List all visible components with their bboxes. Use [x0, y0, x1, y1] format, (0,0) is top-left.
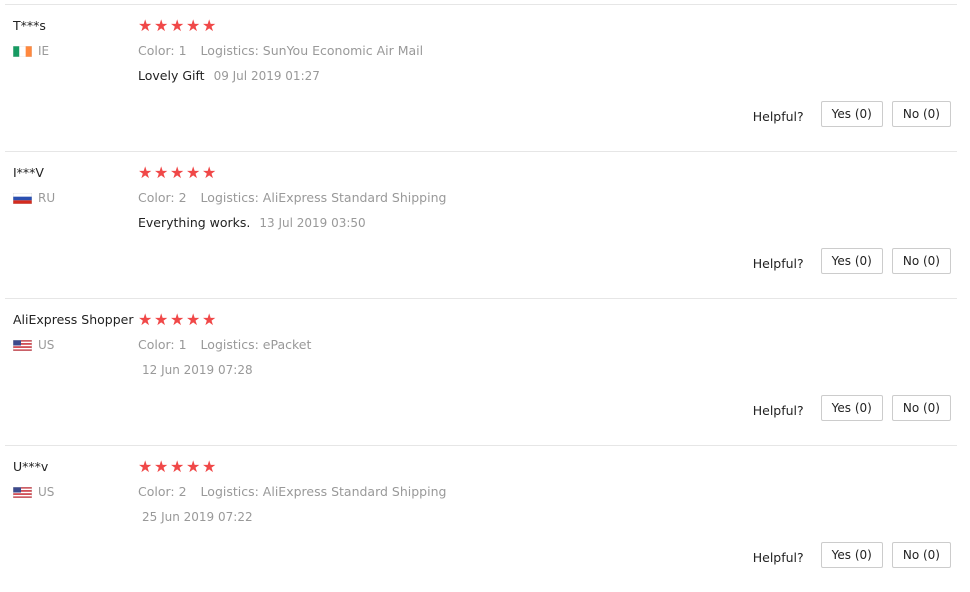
review-feedback: Everything works. 13 Jul 2019 03:50: [138, 215, 366, 230]
star-icon: ★: [186, 16, 201, 35]
ireland-flag-icon: [13, 45, 32, 57]
helpful-yes-button[interactable]: Yes (0): [820, 542, 883, 568]
feedback-text: Lovely Gift: [138, 68, 205, 83]
country-code: IE: [38, 44, 50, 58]
review-date: 12 Jun 2019 07:28: [142, 363, 253, 377]
helpful-yes-button[interactable]: Yes (0): [820, 395, 883, 421]
helpful-voting: Helpful? Yes (0) No (0): [753, 395, 951, 421]
star-icon: ★: [138, 163, 153, 182]
star-icon: ★: [154, 16, 169, 35]
review-feedback: 25 Jun 2019 07:22: [138, 509, 253, 524]
logistics-info: Logistics: AliExpress Standard Shipping: [200, 484, 447, 499]
star-icon: ★: [138, 310, 153, 329]
helpful-label: Helpful?: [752, 549, 804, 565]
star-icon: ★: [202, 310, 217, 329]
star-icon: ★: [186, 457, 201, 476]
star-icon: ★: [202, 163, 217, 182]
star-icon: ★: [170, 310, 185, 329]
country-code: RU: [38, 191, 56, 205]
star-icon: ★: [138, 457, 153, 476]
reviewer-name: T***s: [13, 18, 46, 33]
star-icon: ★: [138, 16, 153, 35]
star-rating: ★ ★ ★ ★ ★: [138, 310, 217, 329]
star-icon: ★: [202, 457, 217, 476]
review-item: T***s IE ★ ★ ★ ★ ★ Color: 1 Logistics: S…: [0, 4, 970, 151]
helpful-label: Helpful?: [752, 255, 804, 271]
helpful-no-button[interactable]: No (0): [891, 101, 951, 127]
star-rating: ★ ★ ★ ★ ★: [138, 457, 217, 476]
country-code: US: [38, 338, 55, 352]
logistics-info: Logistics: SunYou Economic Air Mail: [200, 43, 424, 58]
reviewer-country: RU: [13, 191, 55, 205]
russia-flag-icon: [13, 192, 32, 204]
star-icon: ★: [154, 310, 169, 329]
reviewer-name: I***V: [13, 165, 44, 180]
review-date: 25 Jun 2019 07:22: [142, 510, 253, 524]
star-icon: ★: [154, 163, 169, 182]
color-option: Color: 1: [138, 43, 187, 58]
star-icon: ★: [154, 457, 169, 476]
review-date: 13 Jul 2019 03:50: [259, 216, 366, 230]
star-icon: ★: [170, 457, 185, 476]
helpful-no-button[interactable]: No (0): [891, 395, 951, 421]
helpful-voting: Helpful? Yes (0) No (0): [753, 248, 951, 274]
star-rating: ★ ★ ★ ★ ★: [138, 16, 217, 35]
usa-flag-icon: [13, 339, 32, 351]
order-info: Color: 2 Logistics: AliExpress Standard …: [138, 190, 446, 205]
order-info: Color: 1 Logistics: SunYou Economic Air …: [138, 43, 423, 58]
star-icon: ★: [170, 16, 185, 35]
color-option: Color: 1: [138, 337, 187, 352]
usa-flag-icon: [13, 486, 32, 498]
reviewer-country: US: [13, 485, 54, 499]
country-code: US: [38, 485, 55, 499]
color-option: Color: 2: [138, 484, 187, 499]
reviewer-name: U***v: [13, 459, 49, 474]
star-rating: ★ ★ ★ ★ ★: [138, 163, 217, 182]
review-feedback: Lovely Gift 09 Jul 2019 01:27: [138, 68, 320, 83]
helpful-no-button[interactable]: No (0): [891, 542, 951, 568]
helpful-yes-button[interactable]: Yes (0): [820, 248, 883, 274]
helpful-label: Helpful?: [752, 108, 804, 124]
helpful-voting: Helpful? Yes (0) No (0): [753, 101, 951, 127]
helpful-yes-button[interactable]: Yes (0): [820, 101, 883, 127]
helpful-voting: Helpful? Yes (0) No (0): [753, 542, 951, 568]
logistics-info: Logistics: AliExpress Standard Shipping: [200, 190, 447, 205]
review-item: U***v US ★ ★ ★ ★ ★ Color: 2 Logistics: A…: [0, 445, 970, 592]
star-icon: ★: [170, 163, 185, 182]
color-option: Color: 2: [138, 190, 187, 205]
order-info: Color: 1 Logistics: ePacket: [138, 337, 311, 352]
feedback-text: Everything works.: [138, 215, 251, 230]
review-item: I***V RU ★ ★ ★ ★ ★ Color: 2 Logistics: A…: [0, 151, 970, 298]
reviewer-name: AliExpress Shopper: [13, 312, 134, 327]
reviewer-country: US: [13, 338, 54, 352]
review-list: T***s IE ★ ★ ★ ★ ★ Color: 1 Logistics: S…: [0, 0, 970, 578]
reviewer-country: IE: [13, 44, 49, 58]
star-icon: ★: [186, 310, 201, 329]
logistics-info: Logistics: ePacket: [200, 337, 312, 352]
helpful-no-button[interactable]: No (0): [891, 248, 951, 274]
helpful-label: Helpful?: [752, 402, 804, 418]
review-feedback: 12 Jun 2019 07:28: [138, 362, 253, 377]
order-info: Color: 2 Logistics: AliExpress Standard …: [138, 484, 446, 499]
star-icon: ★: [186, 163, 201, 182]
review-item: AliExpress Shopper US ★ ★ ★ ★ ★ Color: 1…: [0, 298, 970, 445]
review-date: 09 Jul 2019 01:27: [213, 69, 320, 83]
star-icon: ★: [202, 16, 217, 35]
